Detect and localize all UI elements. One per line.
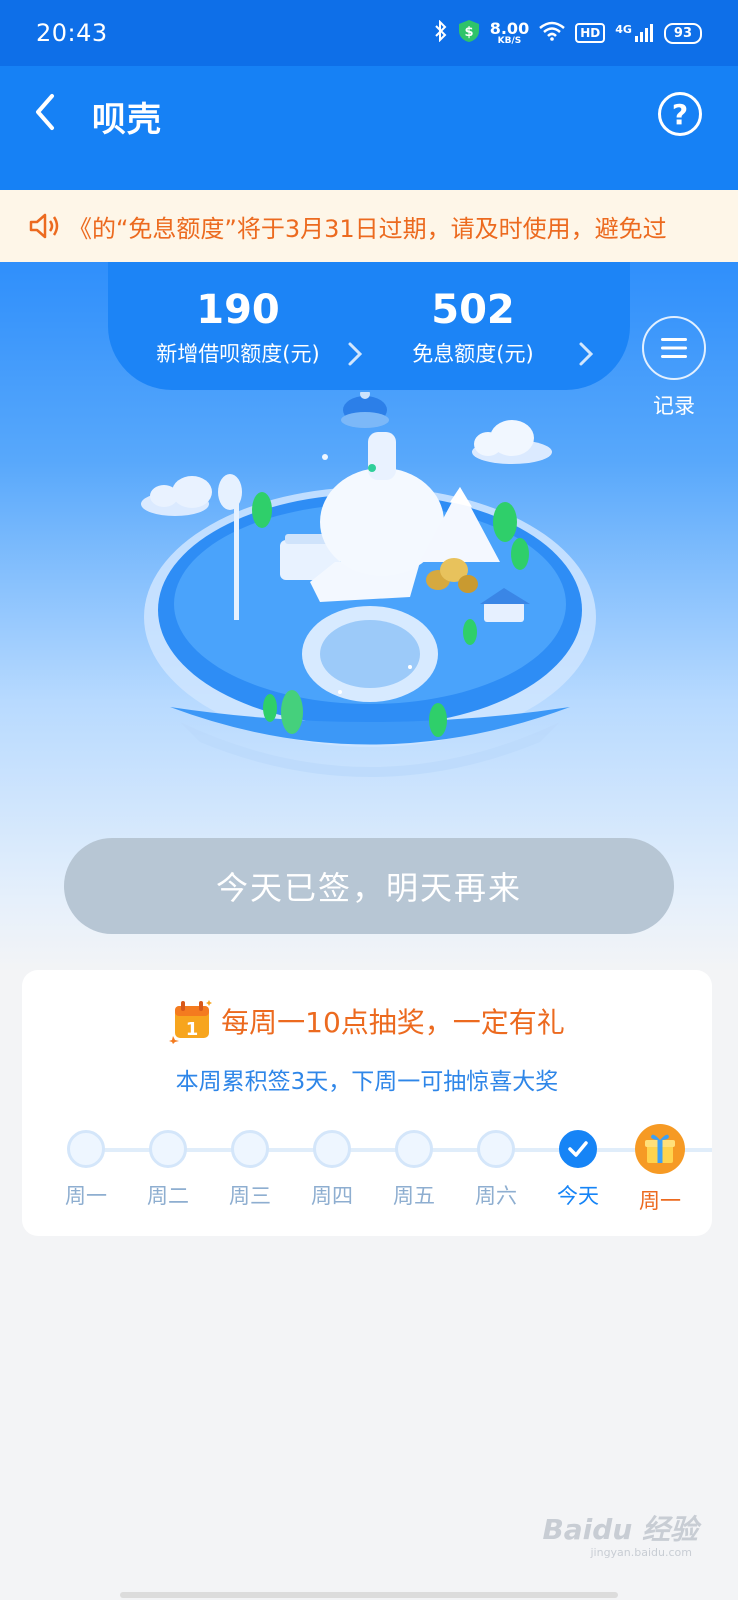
interest-free-stat[interactable]: 502 免息额度(元): [363, 287, 594, 368]
network-type: 4G: [615, 23, 632, 36]
cloud-right: [472, 420, 552, 464]
stats-panel: 190 新增借呗额度(元) 502 免息额度(元): [108, 262, 630, 390]
net-speed-value: 8.00: [489, 18, 530, 38]
hd-badge: HD: [575, 23, 606, 43]
chevron-left-icon: [36, 94, 54, 130]
day-label-gift: 周一: [639, 1189, 681, 1213]
credit-increase-value: 190: [196, 287, 280, 333]
interest-free-label: 免息额度(元): [412, 342, 534, 366]
shell-island-illustration: [141, 392, 596, 777]
net-speed-unit: KB/S: [497, 35, 522, 46]
calendar-icon: 1: [169, 1000, 213, 1044]
day-wednesday: 周三: [210, 1130, 290, 1210]
cloud-left: [141, 476, 212, 516]
sign-in-button[interactable]: 今天已签，明天再来: [64, 838, 674, 934]
watermark-logo: Baidu 经验: [542, 1513, 698, 1546]
day-saturday: 周六: [456, 1130, 536, 1210]
notice-text: 《的“免息额度”将于3月31日过期，请及时使用，避免过: [68, 214, 667, 243]
day-next-monday-gift[interactable]: 周一: [620, 1124, 700, 1215]
watermark-url: jingyan.baidu.com: [590, 1546, 692, 1559]
day-dot: [231, 1130, 269, 1168]
day-today: 今天: [538, 1130, 618, 1210]
question-mark-icon: ?: [671, 97, 689, 131]
card-subtitle: 本周累积签3天，下周一可抽惊喜大奖: [175, 1069, 559, 1095]
day-dot: [313, 1130, 351, 1168]
interest-free-value: 502: [431, 287, 515, 333]
day-label: 周三: [229, 1184, 271, 1208]
card-title-row: 1 每周一10点抽奖，一定有礼: [22, 998, 712, 1044]
battery-indicator: 93: [663, 22, 702, 44]
status-bar: 20:43 $ 8.00 KB/S HD 4G 93: [0, 0, 738, 66]
credit-increase-stat[interactable]: 190 新增借呗额度(元): [128, 287, 363, 368]
day-label: 周四: [311, 1184, 353, 1208]
day-dot: [149, 1130, 187, 1168]
nav-bar: 呗壳 ?: [0, 66, 738, 190]
card-title: 每周一10点抽奖，一定有礼: [221, 1006, 565, 1039]
gift-icon: [635, 1124, 685, 1174]
day-dot: [395, 1130, 433, 1168]
wifi-icon: [539, 21, 566, 46]
status-icons: $ 8.00 KB/S HD 4G 93: [434, 19, 702, 48]
record-label: 记录: [653, 394, 695, 418]
svg-text:1: 1: [186, 1019, 199, 1040]
day-label-today: 今天: [557, 1184, 599, 1208]
status-time: 20:43: [36, 19, 108, 47]
day-dot: [67, 1130, 105, 1168]
day-monday: 周一: [46, 1130, 126, 1210]
page-title: 呗壳: [92, 100, 162, 140]
menu-list-icon: [661, 338, 687, 358]
weekly-lottery-card: 1 每周一10点抽奖，一定有礼 本周累积签3天，下周一可抽惊喜大奖 周一 周二 …: [22, 970, 712, 1236]
bluetooth-icon: [434, 19, 448, 47]
signal-icon: 4G: [615, 23, 654, 43]
day-tuesday: 周二: [128, 1130, 208, 1210]
back-button[interactable]: [26, 88, 66, 136]
day-dot: [477, 1130, 515, 1168]
record-button[interactable]: [642, 316, 706, 380]
hero-section: 190 新增借呗额度(元) 502 免息额度(元) 记录 今天已签，明天再来: [0, 262, 738, 972]
speaker-icon: [29, 213, 59, 239]
credit-increase-label: 新增借呗额度(元): [156, 342, 320, 366]
checkmark-icon: [568, 1141, 588, 1157]
chevron-right-icon: [348, 342, 363, 366]
net-speed: 8.00 KB/S: [489, 18, 530, 46]
svg-text:$: $: [464, 25, 473, 40]
app-screen: 20:43 $ 8.00 KB/S HD 4G 93 呗壳 ? 《的“免息额度”…: [0, 0, 738, 1600]
home-indicator: [120, 1592, 618, 1598]
notice-bar[interactable]: 《的“免息额度”将于3月31日过期，请及时使用，避免过: [0, 190, 738, 262]
day-thursday: 周四: [292, 1130, 372, 1210]
help-button[interactable]: ?: [658, 92, 702, 136]
day-label: 周一: [65, 1184, 107, 1208]
shield-dollar-icon: $: [458, 19, 480, 48]
day-dot-checked: [559, 1130, 597, 1168]
day-label: 周五: [393, 1184, 435, 1208]
day-label: 周六: [475, 1184, 517, 1208]
day-friday: 周五: [374, 1130, 454, 1210]
day-label: 周二: [147, 1184, 189, 1208]
chevron-right-icon: [579, 342, 594, 366]
